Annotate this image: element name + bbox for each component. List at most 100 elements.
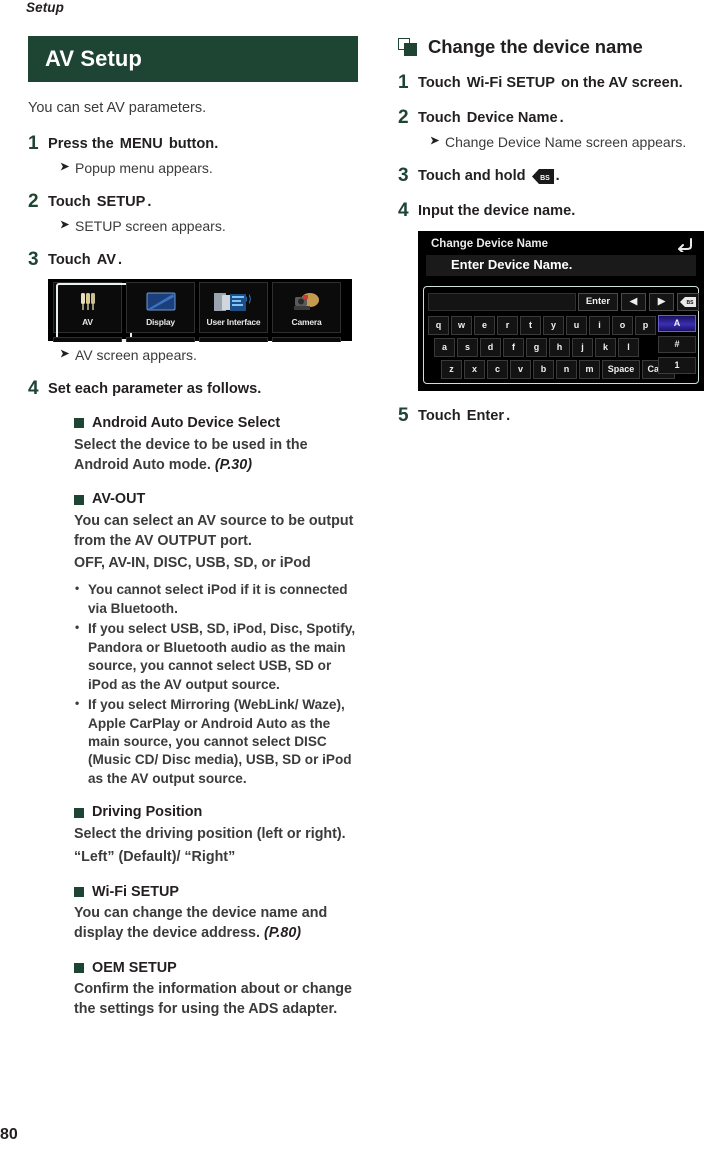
key-q[interactable]: q bbox=[428, 316, 449, 336]
mode-key-number[interactable]: 1 bbox=[658, 357, 696, 375]
parameter-list: Android Auto Device Select Select the de… bbox=[74, 414, 358, 1020]
text-input-line[interactable] bbox=[428, 293, 576, 312]
running-head: Setup bbox=[26, 0, 65, 15]
key-g[interactable]: g bbox=[526, 338, 547, 358]
key-u[interactable]: u bbox=[566, 316, 587, 336]
key-f[interactable]: f bbox=[503, 338, 524, 358]
key-j[interactable]: j bbox=[572, 338, 593, 358]
change-device-name-screenshot: Change Device Name Enter Device Name. En… bbox=[418, 231, 704, 392]
mode-key-symbol[interactable]: # bbox=[658, 336, 696, 354]
key-m[interactable]: m bbox=[579, 360, 600, 380]
step-3-result: ➤ AV screen appears. bbox=[60, 346, 358, 364]
parameter-notes: You cannot select iPod if it is connecte… bbox=[74, 580, 358, 788]
key-o[interactable]: o bbox=[612, 316, 633, 336]
step-2-post: . bbox=[147, 193, 152, 210]
page-number: 80 bbox=[0, 1126, 18, 1143]
intro-text: You can set AV parameters. bbox=[28, 100, 207, 117]
step-1-number: 1 bbox=[28, 132, 39, 154]
key-b[interactable]: b bbox=[533, 360, 554, 380]
backspace-icon: BS bbox=[531, 169, 554, 185]
device-name-field[interactable]: Enter Device Name. bbox=[426, 255, 696, 277]
keyboard-screen-title: Change Device Name bbox=[431, 238, 548, 251]
step-4-number: 4 bbox=[28, 378, 39, 400]
key-p[interactable]: p bbox=[635, 316, 656, 336]
key-l[interactable]: l bbox=[618, 338, 639, 358]
device-step-1-number: 1 bbox=[398, 72, 409, 93]
subsection-heading: Change the device name bbox=[398, 36, 710, 58]
manual-page: Setup AV Setup You can set AV parameters… bbox=[0, 0, 727, 1154]
cursor-left-key[interactable]: ◀ bbox=[621, 293, 646, 312]
parameter-wifi-setup: Wi-Fi SETUP You can change the device na… bbox=[74, 883, 358, 944]
key-c[interactable]: c bbox=[487, 360, 508, 380]
step-2-body: Touch SETUP. ➤ SETUP screen appears. bbox=[48, 192, 358, 235]
key-v[interactable]: v bbox=[510, 360, 531, 380]
av-tile-av[interactable]: AV bbox=[53, 281, 132, 341]
key-w[interactable]: w bbox=[451, 316, 472, 336]
key-r[interactable]: r bbox=[497, 316, 518, 336]
parameter-heading: Android Auto Device Select bbox=[74, 414, 358, 433]
backspace-key[interactable]: BS bbox=[677, 293, 699, 312]
av-row2-tile bbox=[53, 336, 122, 342]
device-step-5-body: Touch Enter. bbox=[418, 406, 710, 426]
key-t[interactable]: t bbox=[520, 316, 541, 336]
cursor-right-key[interactable]: ▶ bbox=[649, 293, 674, 312]
subsection-title-text: Change the device name bbox=[428, 36, 643, 57]
device-step-3: 3 Touch and hold BS . bbox=[398, 166, 710, 186]
step-3-keyword: AV bbox=[96, 251, 116, 268]
step-4-pre: Set each parameter as follows. bbox=[48, 381, 262, 398]
key-d[interactable]: d bbox=[480, 338, 501, 358]
av-tile-camera[interactable]: Camera bbox=[272, 281, 341, 333]
key-a[interactable]: a bbox=[434, 338, 455, 358]
mode-key-alpha[interactable]: A bbox=[658, 315, 696, 333]
device-step-3-pre: Touch and hold bbox=[418, 168, 526, 185]
note-item: You cannot select iPod if it is connecte… bbox=[74, 580, 358, 618]
step-2-result: ➤ SETUP screen appears. bbox=[60, 217, 358, 235]
step-2-keyword: SETUP bbox=[96, 193, 146, 210]
step-1-post: button. bbox=[168, 135, 219, 152]
av-tile-user-interface[interactable]: User Interface bbox=[199, 281, 268, 333]
device-name-field-value: Enter Device Name. bbox=[451, 257, 573, 273]
key-n[interactable]: n bbox=[556, 360, 577, 380]
av-setup-screenshot: AV Display User Interface Camera bbox=[48, 278, 352, 342]
device-step-2-result: ➤ Change Device Name screen appears. bbox=[430, 133, 710, 151]
device-step-2-result-text: Change Device Name screen appears. bbox=[445, 133, 687, 150]
page-reference: (P.30) bbox=[214, 456, 252, 473]
device-step-2-body: Touch Device Name. ➤ Change Device Name … bbox=[418, 108, 710, 151]
parameter-description: Select the device to be used in the Andr… bbox=[74, 436, 358, 475]
double-square-front bbox=[404, 42, 417, 56]
key-z[interactable]: z bbox=[441, 360, 462, 380]
step-3-post: . bbox=[117, 251, 123, 268]
square-bullet-icon bbox=[74, 494, 84, 505]
return-arrow-icon[interactable] bbox=[676, 237, 693, 254]
rca-plugs-icon bbox=[54, 289, 121, 315]
step-3: 3 Touch AV. AV Display User Interface Ca… bbox=[28, 250, 358, 364]
device-step-1-keyword: Wi-Fi SETUP bbox=[466, 75, 556, 91]
device-step-3-post: . bbox=[555, 168, 560, 185]
parameter-heading-text: OEM SETUP bbox=[92, 959, 177, 976]
step-1: 1 Press the MENU button. ➤ Popup menu ap… bbox=[28, 132, 358, 177]
key-h[interactable]: h bbox=[549, 338, 570, 358]
result-arrow-icon: ➤ bbox=[60, 218, 70, 231]
key-e[interactable]: e bbox=[474, 316, 495, 336]
key-k[interactable]: k bbox=[595, 338, 616, 358]
parameter-heading-text: AV-OUT bbox=[92, 491, 146, 508]
key-x[interactable]: x bbox=[464, 360, 485, 380]
key-y[interactable]: y bbox=[543, 316, 564, 336]
device-step-5-number: 5 bbox=[398, 405, 409, 427]
key-i[interactable]: i bbox=[589, 316, 610, 336]
device-step-1: 1 Touch Wi-Fi SETUP on the AV screen. bbox=[398, 73, 710, 93]
step-2-pre: Touch bbox=[48, 193, 91, 210]
key-space[interactable]: Space bbox=[602, 360, 640, 380]
parameter-description: You can change the device name and displ… bbox=[74, 904, 358, 943]
parameter-heading-text: Wi-Fi SETUP bbox=[92, 883, 180, 900]
note-item: If you select USB, SD, iPod, Disc, Spoti… bbox=[74, 619, 358, 694]
key-s[interactable]: s bbox=[457, 338, 478, 358]
step-3-pre: Touch bbox=[48, 251, 91, 268]
enter-key[interactable]: Enter bbox=[578, 293, 618, 312]
parameter-options: OFF, AV-IN, DISC, USB, SD, or iPod bbox=[74, 555, 311, 572]
result-arrow-icon: ➤ bbox=[60, 347, 70, 360]
av-tile-display[interactable]: Display bbox=[126, 281, 195, 333]
parameter-options: “Left” (Default)/ “Right” bbox=[74, 848, 236, 865]
parameter-heading: OEM SETUP bbox=[74, 959, 358, 978]
camera-icon bbox=[273, 289, 340, 315]
